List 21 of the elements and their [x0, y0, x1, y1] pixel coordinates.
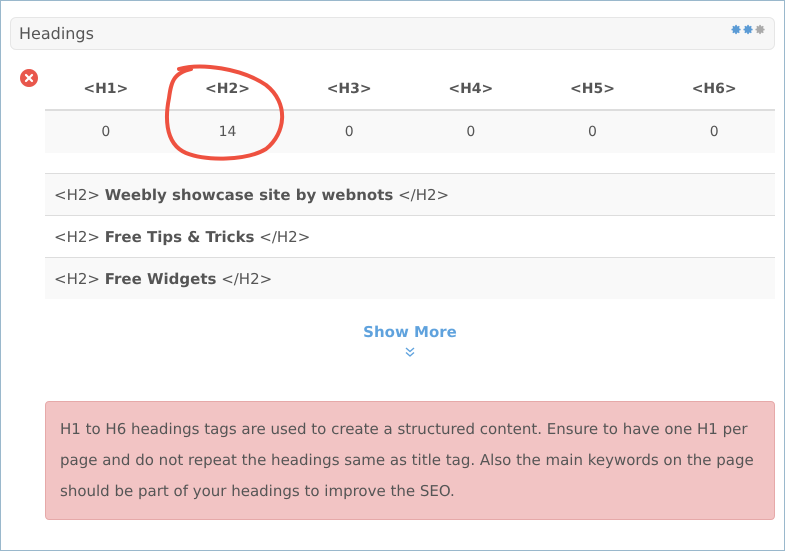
column-header: <H6>: [692, 81, 737, 97]
column-header: <H3>: [326, 81, 372, 97]
table-cell: 0: [288, 111, 410, 153]
gear-icon[interactable]: [731, 24, 742, 35]
table-cell: 0: [45, 111, 167, 153]
heading-row: <H2> Weebly showcase site by webnots </H2>: [45, 174, 775, 216]
gear-icon[interactable]: [755, 24, 766, 35]
table-cell: 0: [532, 111, 654, 153]
table-cell: 0: [410, 111, 532, 153]
panel-title: Headings: [19, 24, 94, 43]
alert-message: H1 to H6 headings tags are used to create a structured content. Ensure to have one H1 per page and do not repeat the headings same as title tag. Also the main keywords on the page should be part of your headings to improve the SEO.: [45, 401, 775, 520]
show-more-link[interactable]: Show More: [363, 323, 457, 341]
column-header: <H1>: [83, 81, 128, 97]
gear-icon[interactable]: [743, 24, 754, 35]
table-cell: 0: [653, 111, 775, 153]
table-cell: 14: [166, 111, 288, 153]
column-header: <H2>: [205, 81, 250, 97]
column-header: <H4>: [448, 81, 494, 97]
heading-row: <H2> Free Widgets </H2>: [45, 258, 775, 299]
column-header: <H5>: [570, 81, 615, 97]
double-chevron-down-icon[interactable]: [405, 347, 415, 357]
